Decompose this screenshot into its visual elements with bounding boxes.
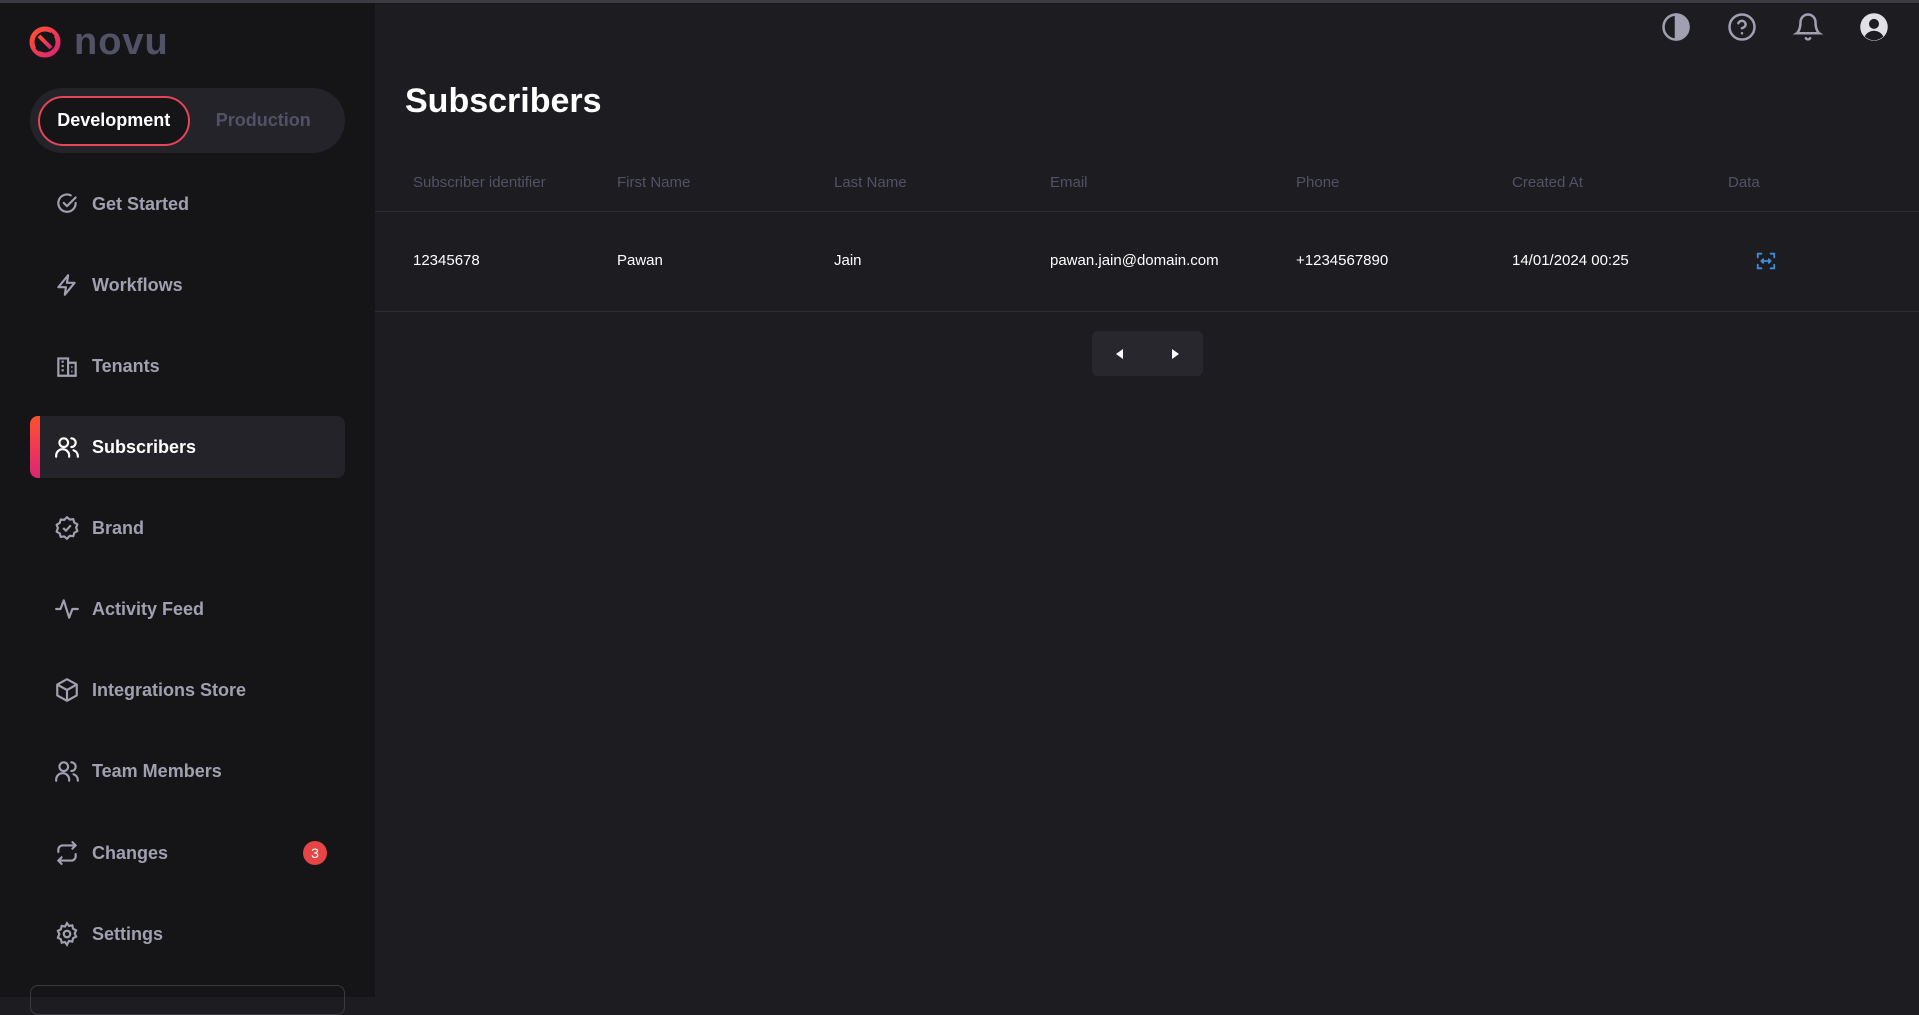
sidebar-item-label: Integrations Store <box>92 679 247 700</box>
sidebar-item-brand[interactable]: Brand <box>30 497 345 559</box>
sidebar-item-label: Get Started <box>92 193 190 214</box>
column-header-phone: Phone <box>1296 174 1340 191</box>
activity-icon <box>54 596 80 622</box>
sidebar-item-changes[interactable]: Changes 3 <box>30 822 345 884</box>
column-header-created-at: Created At <box>1512 174 1583 191</box>
badge-check-icon <box>54 515 80 541</box>
users-icon <box>54 434 80 460</box>
sidebar-bottom-panel[interactable] <box>30 985 345 1015</box>
column-header-subscriber-id: Subscriber identifier <box>413 174 546 191</box>
pagination <box>1092 331 1203 376</box>
subscriber-id-cell: 12345678 <box>413 252 480 269</box>
next-page-button[interactable] <box>1160 339 1190 369</box>
changes-count-badge: 3 <box>303 841 327 865</box>
production-toggle[interactable]: Production <box>190 96 338 146</box>
sidebar-item-activity-feed[interactable]: Activity Feed <box>30 578 345 640</box>
check-circle-icon <box>54 191 80 217</box>
sidebar-item-label: Changes <box>92 842 169 863</box>
prev-page-button[interactable] <box>1105 339 1135 369</box>
gear-icon <box>54 921 80 947</box>
column-header-data: Data <box>1728 174 1760 191</box>
sidebar-item-workflows[interactable]: Workflows <box>30 254 345 316</box>
sidebar-item-subscribers[interactable]: Subscribers <box>30 416 345 478</box>
table-header: Subscriber identifier First Name Last Na… <box>375 160 1919 212</box>
sidebar-item-label: Settings <box>92 923 164 944</box>
development-toggle[interactable]: Development <box>38 95 190 146</box>
sidebar-item-label: Tenants <box>92 355 160 376</box>
phone-cell: +1234567890 <box>1296 252 1389 269</box>
team-icon <box>54 758 80 784</box>
column-header-last-name: Last Name <box>834 174 907 191</box>
sidebar-item-tenants[interactable]: Tenants <box>30 335 345 397</box>
help-icon[interactable] <box>1727 12 1757 42</box>
created-at-cell: 14/01/2024 00:25 <box>1512 252 1629 269</box>
sidebar-item-label: Team Members <box>92 760 222 781</box>
sidebar-item-get-started[interactable]: Get Started <box>30 173 345 235</box>
page-title: Subscribers <box>405 82 602 120</box>
view-data-icon[interactable] <box>1755 250 1777 272</box>
sidebar-item-label: Subscribers <box>92 436 197 457</box>
sidebar-item-settings[interactable]: Settings <box>30 903 345 965</box>
sidebar-item-label: Workflows <box>92 274 183 295</box>
header-actions <box>1661 12 1889 42</box>
avatar-icon[interactable] <box>1859 12 1889 42</box>
sidebar-item-integrations-store[interactable]: Integrations Store <box>30 659 345 721</box>
last-name-cell: Jain <box>834 252 862 269</box>
email-cell: pawan.jain@domain.com <box>1050 252 1219 269</box>
sidebar-item-label: Brand <box>92 517 145 538</box>
column-header-email: Email <box>1050 174 1088 191</box>
first-name-cell: Pawan <box>617 252 663 269</box>
building-icon <box>54 353 80 379</box>
subscribers-table: Subscriber identifier First Name Last Na… <box>375 160 1919 312</box>
bolt-icon <box>54 272 80 298</box>
logo[interactable]: novu <box>28 23 169 61</box>
column-header-first-name: First Name <box>617 174 691 191</box>
repeat-icon <box>54 840 80 866</box>
theme-toggle-icon[interactable] <box>1661 12 1691 42</box>
bell-icon[interactable] <box>1793 12 1823 42</box>
caret-left-icon <box>1115 348 1123 359</box>
novu-logo-icon <box>29 26 61 58</box>
box-icon <box>54 677 80 703</box>
environment-switch: Development Production <box>30 88 345 153</box>
caret-right-icon <box>1172 348 1180 359</box>
logo-text: novu <box>74 21 169 63</box>
sidebar-item-label: Activity Feed <box>92 598 205 619</box>
sidebar: novu Development Production Get Started … <box>0 3 375 1015</box>
sidebar-item-team-members[interactable]: Team Members <box>30 740 345 802</box>
table-row[interactable]: 12345678 Pawan Jain pawan.jain@domain.co… <box>375 212 1919 312</box>
